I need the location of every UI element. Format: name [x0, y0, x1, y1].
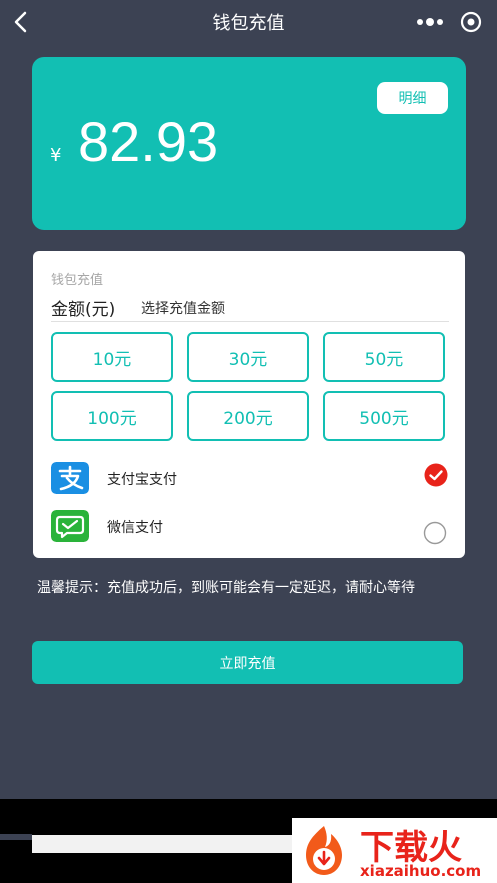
payment-option-alipay[interactable]: 支付宝支付: [51, 462, 451, 496]
amount-option-50[interactable]: 50元: [323, 332, 445, 382]
unchecked-circle-icon[interactable]: [423, 521, 447, 545]
amount-option-10[interactable]: 10元: [51, 332, 173, 382]
amount-option-30[interactable]: 30元: [187, 332, 309, 382]
recharge-panel: 钱包充值 金额(元) 10元 30元 50元 100元 200元 500元 支付…: [33, 251, 465, 558]
wechat-icon: [51, 510, 89, 542]
balance-amount: 82.93: [78, 110, 219, 173]
currency-symbol: ¥: [50, 145, 62, 166]
watermark: 下载火 xiazaihuo.com: [292, 818, 497, 883]
alipay-icon: [51, 462, 89, 494]
target-circle-icon[interactable]: [460, 11, 482, 33]
bottom-light-bar: [32, 835, 302, 853]
payment-option-wechat[interactable]: 微信支付: [51, 510, 451, 545]
payment-label-alipay: 支付宝支付: [107, 472, 177, 488]
bottom-sliver: [0, 834, 32, 840]
recharge-now-button[interactable]: 立即充值: [32, 641, 463, 684]
amount-label: 金额(元): [51, 300, 116, 320]
balance-card: 明细 ¥ 82.93: [32, 57, 466, 230]
detail-button[interactable]: 明细: [377, 82, 448, 114]
amount-option-500[interactable]: 500元: [323, 391, 445, 441]
tip-text: 温馨提示：充值成功后，到账可能会有一定延迟，请耐心等待: [37, 580, 415, 596]
amount-input[interactable]: [141, 299, 441, 319]
more-dots-icon[interactable]: [416, 15, 444, 29]
checked-icon[interactable]: [424, 463, 448, 487]
flame-logo-icon: [306, 826, 342, 875]
amount-option-200[interactable]: 200元: [187, 391, 309, 441]
panel-title: 钱包充值: [51, 273, 104, 288]
mini-program-capsule: [416, 9, 486, 35]
amount-option-100[interactable]: 100元: [51, 391, 173, 441]
divider: [51, 321, 449, 322]
watermark-domain: xiazaihuo.com: [360, 862, 482, 880]
payment-label-wechat: 微信支付: [107, 520, 163, 536]
navbar: 钱包充值: [0, 0, 497, 44]
